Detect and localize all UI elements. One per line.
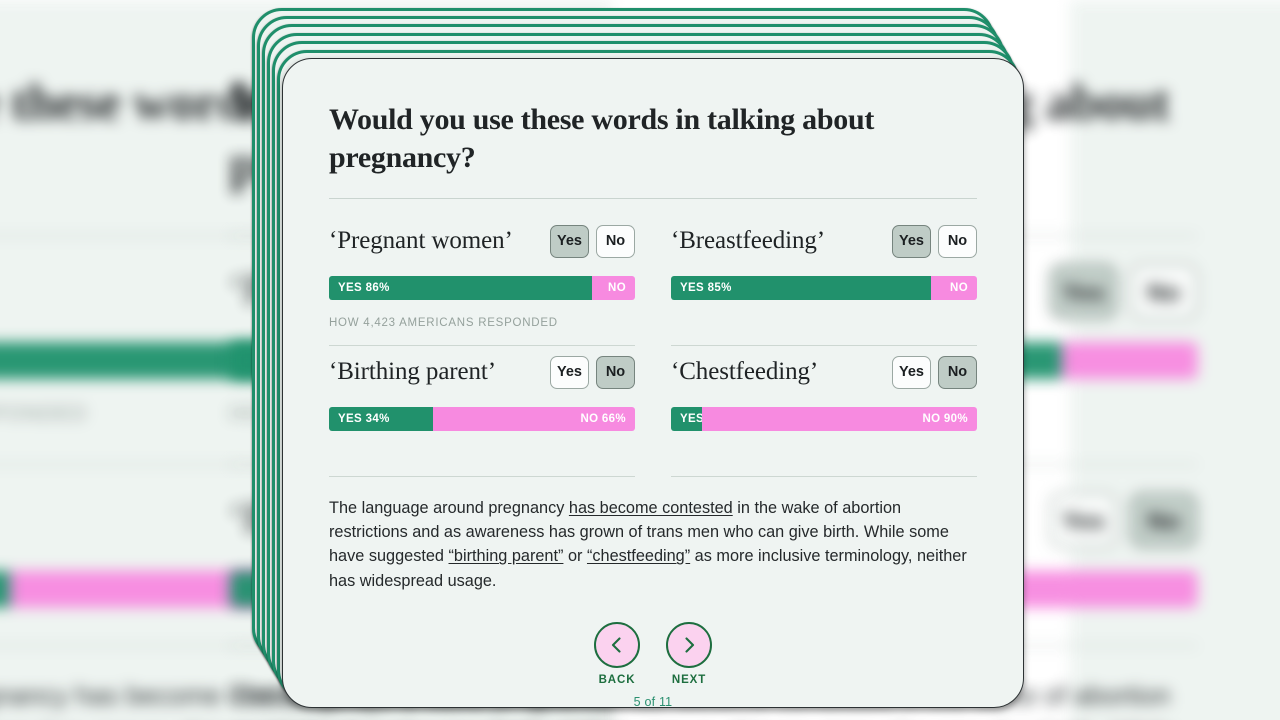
- result-bar-yes-label: YES: [680, 413, 705, 426]
- respondents-note: HOW 4,423 AMERICANS RESPONDED: [329, 317, 558, 330]
- question-cell-pregnant-women: ‘Pregnant women’ Yes No YES 86% NO HOW 4…: [329, 215, 635, 347]
- answer-toggle: Yes No: [550, 355, 635, 389]
- respondents-note: [329, 448, 635, 462]
- screenshot-root: Would you use these words in talking abo…: [0, 0, 1280, 720]
- nav-buttons: BACK NEXT: [594, 621, 712, 686]
- question-grid: ‘Pregnant women’ Yes No YES 86% NO HOW 4…: [329, 215, 977, 478]
- slide-counter: 5 of 11: [633, 694, 673, 708]
- paragraph-part-1: The language around pregnancy: [329, 499, 569, 518]
- background-no-button-2-right: No: [1129, 492, 1198, 548]
- no-button[interactable]: No: [938, 224, 977, 258]
- chevron-left-icon: [594, 621, 640, 668]
- background-blurred-right: Would you use these words in talking abo…: [229, 0, 1280, 720]
- result-bar-yes-label: YES 85%: [680, 282, 732, 295]
- respondents-note: [671, 448, 977, 462]
- cell-divider: [329, 476, 635, 478]
- result-bar-no-label: NO: [950, 282, 968, 295]
- result-bar-no-label: NO: [608, 282, 626, 295]
- result-bar-yes-label: YES 34%: [338, 413, 390, 426]
- yes-button[interactable]: Yes: [550, 224, 589, 258]
- background-yes-button-2-right: Yes: [1049, 492, 1118, 548]
- question-header: ‘Birthing parent’ Yes No: [329, 350, 635, 394]
- result-bar-yes-segment: YES: [671, 407, 705, 432]
- result-bar-yes-segment: YES 86%: [329, 276, 593, 301]
- result-bar-no-segment: NO 90%: [701, 407, 977, 432]
- next-button[interactable]: NEXT: [666, 621, 712, 686]
- result-bar-no-segment: NO: [931, 276, 977, 301]
- paragraph-part-3: or: [563, 547, 587, 566]
- back-button[interactable]: BACK: [594, 621, 640, 686]
- question-header: ‘Breastfeeding’ Yes No: [671, 219, 977, 263]
- result-bar: YES 85% NO: [671, 276, 977, 301]
- no-button[interactable]: No: [938, 355, 977, 389]
- paragraph-link-chestfeeding[interactable]: “chestfeeding”: [587, 547, 690, 565]
- question-cell-breastfeeding: ‘Breastfeeding’ Yes No YES 85% NO: [671, 215, 977, 347]
- no-button[interactable]: No: [596, 355, 635, 389]
- card-navigation: BACK NEXT 5 of 11: [329, 621, 977, 708]
- result-bar-yes-label: YES 86%: [338, 282, 390, 295]
- page-title: Would you use these words in talking abo…: [329, 103, 875, 175]
- result-bar-no-label: NO 66%: [580, 413, 626, 426]
- paragraph-link-contested[interactable]: has become contested: [569, 499, 733, 517]
- chevron-right-icon: [666, 621, 712, 668]
- background-toggle-right: Yes No: [1049, 263, 1198, 320]
- card-stack: Would you use these words in talking abo…: [252, 8, 1024, 708]
- answer-toggle: Yes No: [892, 224, 977, 258]
- background-toggle-2-right: Yes No: [1049, 492, 1198, 548]
- question-cell-chestfeeding: ‘Chestfeeding’ Yes No YES NO 90%: [671, 346, 977, 478]
- question-header: ‘Pregnant women’ Yes No: [329, 219, 635, 263]
- result-bar: YES NO 90%: [671, 407, 977, 432]
- quiz-card: Would you use these words in talking abo…: [282, 58, 1024, 708]
- result-bar: YES 86% NO: [329, 276, 635, 301]
- back-label: BACK: [598, 673, 636, 686]
- question-word: ‘Chestfeeding’: [671, 358, 819, 386]
- background-yes-button-right: Yes: [1049, 263, 1118, 320]
- title-divider: [329, 198, 977, 200]
- paragraph-link-birthing-parent[interactable]: “birthing parent”: [449, 547, 564, 565]
- result-bar-no-segment: NO 66%: [433, 407, 635, 432]
- result-bar-no-label: NO 90%: [922, 413, 968, 426]
- question-word: ‘Pregnant women’: [329, 227, 513, 255]
- result-bar: YES 34% NO 66%: [329, 407, 635, 432]
- result-bar-yes-segment: YES 34%: [329, 407, 434, 432]
- question-header: ‘Chestfeeding’ Yes No: [671, 350, 977, 394]
- no-button[interactable]: No: [596, 224, 635, 258]
- question-word: ‘Breastfeeding’: [671, 227, 825, 255]
- result-bar-no-segment: NO: [592, 276, 635, 301]
- answer-toggle: Yes No: [892, 355, 977, 389]
- question-word: ‘Birthing parent’: [329, 358, 497, 386]
- yes-button[interactable]: Yes: [892, 224, 931, 258]
- answer-toggle: Yes No: [550, 224, 635, 258]
- cell-divider: [671, 476, 977, 478]
- explanatory-paragraph: The language around pregnancy has become…: [329, 496, 977, 592]
- respondents-note: [671, 317, 977, 331]
- next-label: NEXT: [671, 673, 707, 686]
- question-cell-birthing-parent: ‘Birthing parent’ Yes No YES 34% NO 66%: [329, 346, 635, 478]
- yes-button[interactable]: Yes: [892, 355, 931, 389]
- yes-button[interactable]: Yes: [550, 355, 589, 389]
- result-bar-yes-segment: YES 85%: [671, 276, 932, 301]
- background-no-button-right: No: [1129, 263, 1198, 320]
